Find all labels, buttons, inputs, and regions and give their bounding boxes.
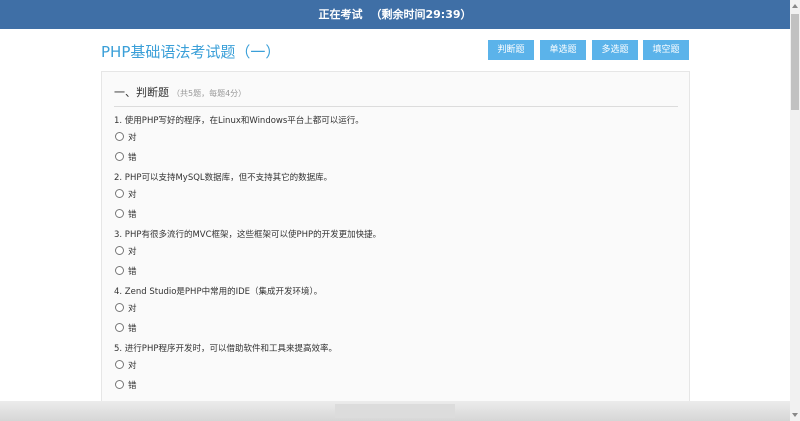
option-label: 错: [128, 267, 137, 277]
exam-status-text: 正在考试: [318, 8, 363, 21]
radio-button[interactable]: [115, 380, 124, 389]
multi-choice-button[interactable]: 多选题: [592, 40, 638, 60]
remaining-suffix: ）: [460, 8, 472, 21]
fill-blank-button[interactable]: 填空题: [643, 40, 689, 60]
radio-button[interactable]: [115, 323, 124, 332]
remaining-time: 29:39: [425, 8, 461, 21]
option-true[interactable]: 对: [114, 131, 364, 147]
scroll-up-arrow-icon[interactable]: [792, 4, 798, 8]
question-item: 1. 使用PHP写好的程序，在Linux和Windows平台上都可以运行。 对 …: [114, 115, 364, 167]
radio-button[interactable]: [115, 303, 124, 312]
exam-status-bar: 正在考试 （剩余时间29:39）: [0, 0, 790, 29]
radio-button[interactable]: [115, 209, 124, 218]
horizontal-scroll-thumb[interactable]: [335, 404, 455, 418]
section-title: 一、判断题: [114, 86, 169, 99]
option-false[interactable]: 错: [114, 208, 332, 224]
radio-button[interactable]: [115, 189, 124, 198]
question-text: 3. PHP有很多流行的MVC框架，这些框架可以使PHP的开发更加快捷。: [114, 230, 382, 240]
option-label: 对: [128, 304, 137, 314]
option-true[interactable]: 对: [114, 302, 322, 318]
vertical-scrollbar[interactable]: [790, 0, 800, 421]
radio-button[interactable]: [115, 360, 124, 369]
true-false-button[interactable]: 判断题: [488, 40, 534, 60]
single-choice-button[interactable]: 单选题: [540, 40, 586, 60]
option-label: 对: [128, 247, 137, 257]
question-item: 2. PHP可以支持MySQL数据库，但不支持其它的数据库。 对 错: [114, 172, 332, 224]
option-false[interactable]: 错: [114, 151, 364, 167]
option-false[interactable]: 错: [114, 265, 381, 281]
question-item: 4. Zend Studio是PHP中常用的IDE（集成开发环境）。 对 错: [114, 286, 322, 338]
radio-button[interactable]: [115, 266, 124, 275]
section-note: （共5题，每题4分）: [172, 89, 247, 98]
radio-button[interactable]: [115, 246, 124, 255]
question-text: 1. 使用PHP写好的程序，在Linux和Windows平台上都可以运行。: [114, 116, 364, 126]
question-item: 3. PHP有很多流行的MVC框架，这些框架可以使PHP的开发更加快捷。 对 错: [114, 229, 381, 281]
option-false[interactable]: 错: [114, 379, 337, 395]
bottom-bar: [0, 401, 790, 421]
question-text: 2. PHP可以支持MySQL数据库，但不支持其它的数据库。: [114, 173, 333, 183]
page-title: PHP基础语法考试题（一）: [101, 43, 281, 61]
option-label: 错: [128, 324, 137, 334]
scroll-down-arrow-icon[interactable]: [792, 413, 798, 417]
option-label: 对: [128, 190, 137, 200]
option-true[interactable]: 对: [114, 359, 337, 375]
option-label: 对: [128, 133, 137, 143]
option-false[interactable]: 错: [114, 322, 322, 338]
question-panel: 一、判断题 （共5题，每题4分） 1. 使用PHP写好的程序，在Linux和Win…: [101, 71, 690, 412]
option-label: 对: [128, 361, 137, 371]
radio-button[interactable]: [115, 132, 124, 141]
option-true[interactable]: 对: [114, 188, 332, 204]
option-label: 错: [128, 210, 137, 220]
question-text: 4. Zend Studio是PHP中常用的IDE（集成开发环境）。: [114, 287, 323, 297]
option-label: 错: [128, 381, 137, 391]
option-true[interactable]: 对: [114, 245, 381, 261]
question-text: 5. 进行PHP程序开发时，可以借助软件和工具来提高效率。: [114, 344, 337, 354]
option-label: 错: [128, 153, 137, 163]
remaining-prefix: （剩余时间: [370, 8, 426, 21]
question-item: 5. 进行PHP程序开发时，可以借助软件和工具来提高效率。 对 错: [114, 343, 337, 395]
section-header: 一、判断题 （共5题，每题4分）: [114, 84, 678, 107]
radio-button[interactable]: [115, 152, 124, 161]
scroll-thumb[interactable]: [791, 14, 799, 110]
